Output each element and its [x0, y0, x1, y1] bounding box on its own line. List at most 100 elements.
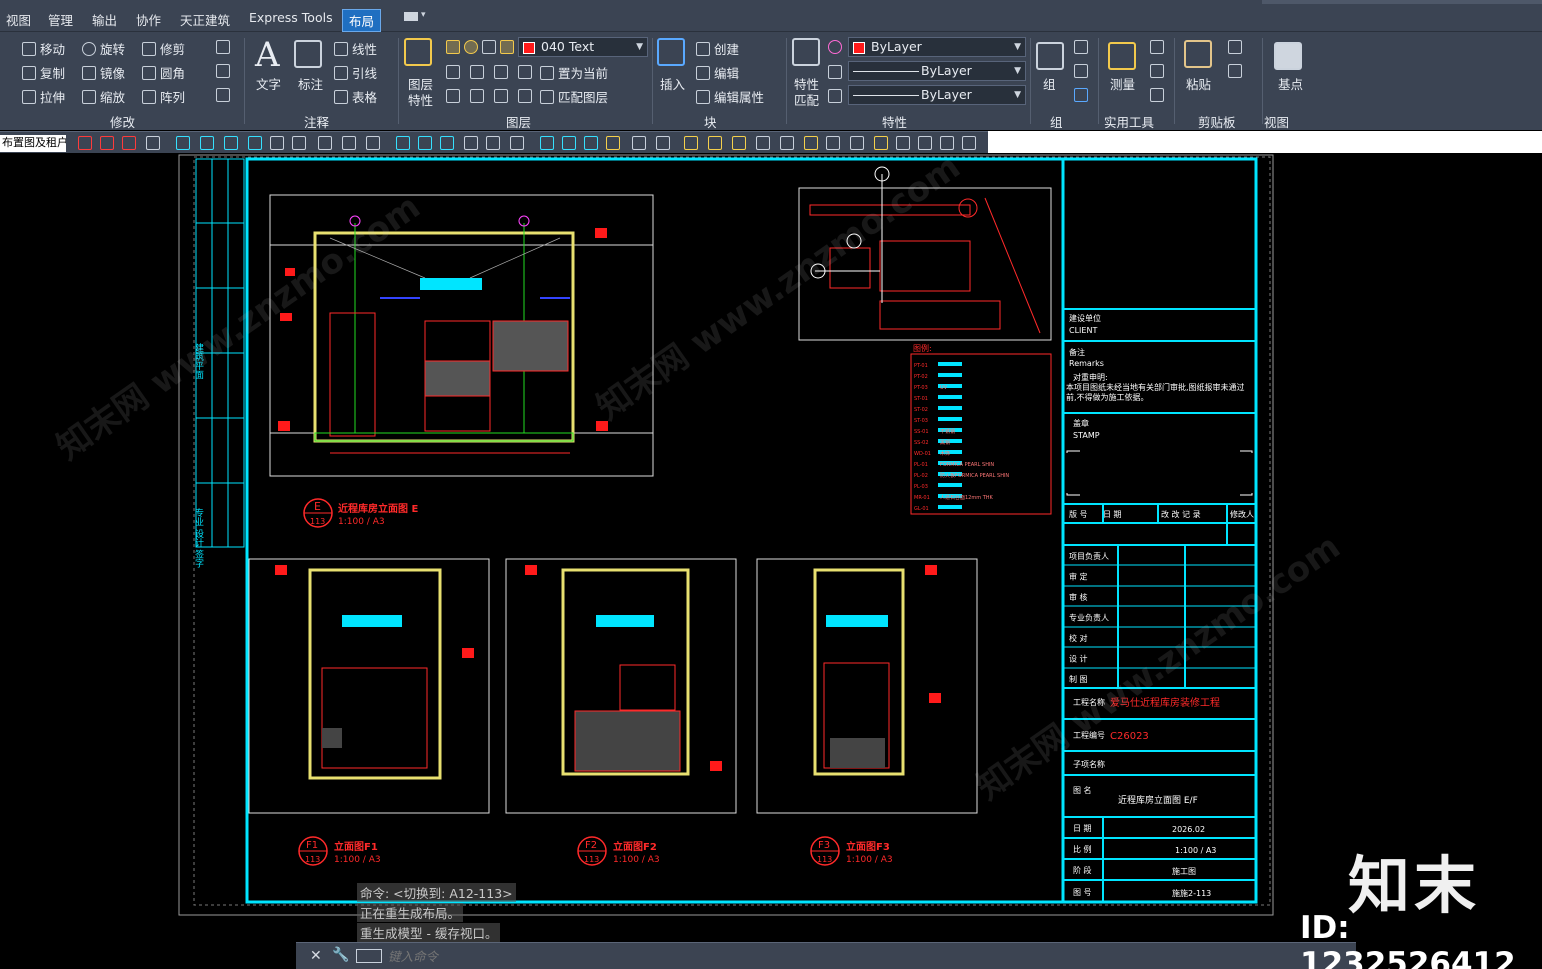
stretch-button[interactable]: 拉伸: [22, 87, 65, 106]
group-label[interactable]: 组: [1043, 74, 1056, 93]
layer-properties-icon[interactable]: [404, 38, 432, 66]
layer-tool-icon[interactable]: [656, 136, 670, 150]
measure-label[interactable]: 测量: [1110, 74, 1135, 93]
match-properties-label2[interactable]: 匹配: [794, 90, 819, 109]
annotation-panel-label[interactable]: 注释: [304, 112, 329, 131]
group-icon[interactable]: [1036, 42, 1064, 70]
bulb-icon[interactable]: [732, 136, 746, 150]
create-block-button[interactable]: 创建: [696, 39, 739, 58]
block-panel-label[interactable]: 块: [704, 112, 717, 131]
paper-space-svg[interactable]: 建筑平面 专业 设计 签字 E 113 近程库房立面图 E 1:100 / A3…: [0, 153, 1542, 943]
tab-manage[interactable]: 管理: [48, 10, 73, 29]
layer-properties-label2[interactable]: 特性: [408, 90, 433, 109]
layer-tool-icon[interactable]: [518, 65, 532, 79]
layer-tool-icon[interactable]: [446, 89, 460, 103]
layer-tool-icon[interactable]: [632, 136, 646, 150]
tab-view[interactable]: 视图: [6, 10, 31, 29]
base-label[interactable]: 基点: [1278, 74, 1303, 93]
paste-icon[interactable]: [1184, 40, 1212, 68]
lineweight-dropdown[interactable]: ByLayer ▼: [848, 85, 1026, 105]
utility-tool-icon[interactable]: [1150, 64, 1164, 78]
dimension-button-label[interactable]: 标注: [298, 74, 323, 93]
layer-tool-icon[interactable]: [780, 136, 794, 150]
utility-tool-icon[interactable]: [1150, 40, 1164, 54]
snap-icon[interactable]: [562, 136, 576, 150]
snap-icon[interactable]: [584, 136, 598, 150]
layer-tool-icon[interactable]: [896, 136, 910, 150]
command-input[interactable]: [388, 946, 1348, 966]
trim-button[interactable]: 修剪: [142, 39, 185, 58]
dim-tool-icon[interactable]: [248, 136, 262, 150]
layer-tool-icon[interactable]: [470, 65, 484, 79]
offset-icon[interactable]: [216, 64, 230, 78]
layer-state-icon[interactable]: [122, 136, 136, 150]
layer-tool-icon[interactable]: [494, 65, 508, 79]
sun-icon[interactable]: [804, 136, 818, 150]
freeze-icon[interactable]: [482, 40, 496, 54]
insert-block-icon[interactable]: [657, 38, 685, 66]
match-layer-button[interactable]: 匹配图层: [540, 87, 608, 106]
group-tool-icon[interactable]: [1074, 40, 1088, 54]
elevation-f1[interactable]: [248, 558, 490, 814]
group-select-icon[interactable]: [1074, 88, 1088, 102]
edit-block-button[interactable]: 编辑: [696, 63, 739, 82]
snap-icon[interactable]: [540, 136, 554, 150]
layer-tool-icon[interactable]: [756, 136, 770, 150]
tool-icon[interactable]: [510, 136, 524, 150]
utilities-panel-label[interactable]: 实用工具: [1104, 112, 1154, 131]
match-properties-icon[interactable]: [792, 38, 820, 66]
close-icon[interactable]: ✕: [310, 948, 322, 964]
layer-tool-icon[interactable]: [470, 89, 484, 103]
tool-icon[interactable]: [292, 136, 306, 150]
layer-tool-icon[interactable]: [874, 136, 888, 150]
snap-icon[interactable]: [606, 136, 620, 150]
layout-name-field[interactable]: 布置图及租户: [0, 135, 66, 152]
tool-icon[interactable]: [318, 136, 332, 150]
wrench-icon[interactable]: 🔧: [332, 947, 349, 963]
dim-tool-icon[interactable]: [176, 136, 190, 150]
text-icon[interactable]: A: [255, 35, 280, 75]
tool-icon[interactable]: [366, 136, 380, 150]
tab-collaborate[interactable]: 协作: [136, 10, 161, 29]
layers-panel-label[interactable]: 图层: [506, 112, 531, 131]
dim-tool-icon[interactable]: [396, 136, 410, 150]
tool-icon[interactable]: [342, 136, 356, 150]
drawing-canvas[interactable]: 建筑平面 专业 设计 签字 E 113 近程库房立面图 E 1:100 / A3…: [0, 153, 1542, 943]
dim-tool-icon[interactable]: [418, 136, 432, 150]
layer-state-icon[interactable]: [100, 136, 114, 150]
tool-icon[interactable]: [270, 136, 284, 150]
copy-clip-icon[interactable]: [1228, 40, 1242, 54]
elevation-f2[interactable]: [505, 558, 737, 814]
color-dropdown[interactable]: ByLayer ▼: [848, 37, 1026, 57]
linear-button[interactable]: 线性: [334, 39, 377, 58]
dim-tool-icon[interactable]: [224, 136, 238, 150]
elevation-f3[interactable]: [756, 558, 978, 814]
bulb-icon[interactable]: [446, 40, 460, 54]
layer-tool-icon[interactable]: [940, 136, 954, 150]
text-button-label[interactable]: 文字: [256, 74, 281, 93]
base-point-icon[interactable]: [1274, 42, 1302, 70]
modify-panel-label[interactable]: 修改: [110, 112, 135, 131]
paste-label[interactable]: 粘贴: [1186, 74, 1211, 93]
tab-output[interactable]: 输出: [92, 10, 117, 29]
sun-icon[interactable]: [464, 40, 478, 54]
layer-tool-icon[interactable]: [850, 136, 864, 150]
lineweight-icon[interactable]: [828, 89, 842, 103]
view-panel-label[interactable]: 视图: [1264, 112, 1289, 131]
rotate-button[interactable]: 旋转: [82, 39, 125, 58]
layer-tool-icon[interactable]: [446, 65, 460, 79]
calculator-icon[interactable]: [1150, 88, 1164, 102]
dim-tool-icon[interactable]: [440, 136, 454, 150]
clipboard-panel-label[interactable]: 剪贴板: [1198, 112, 1236, 131]
command-prompt-icon[interactable]: [356, 949, 382, 963]
groups-panel-label[interactable]: 组: [1050, 112, 1063, 131]
array-button[interactable]: 阵列: [142, 87, 185, 106]
key-plan[interactable]: [798, 166, 1052, 341]
dim-tool-icon[interactable]: [200, 136, 214, 150]
move-button[interactable]: 移动: [22, 39, 65, 58]
linetype-icon[interactable]: [828, 65, 842, 79]
tab-layout[interactable]: 布局: [342, 9, 382, 32]
layer-tool-icon[interactable]: [918, 136, 932, 150]
lock-icon[interactable]: [500, 40, 514, 54]
group-tool-icon[interactable]: [1074, 64, 1088, 78]
